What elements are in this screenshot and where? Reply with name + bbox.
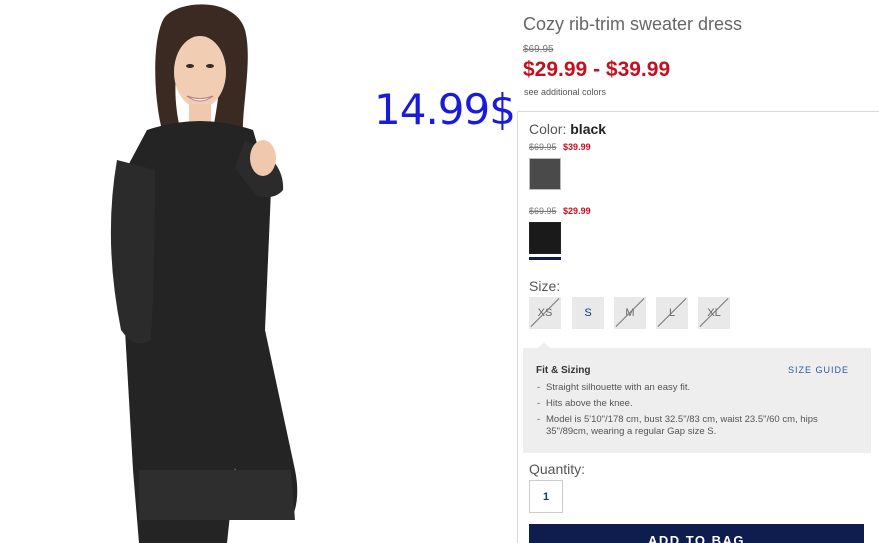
size-guide-link[interactable]: SIZE GUIDE (788, 365, 849, 375)
size-l-button[interactable]: L (656, 297, 688, 329)
unavailable-strike (699, 298, 729, 327)
color-label-text: Color: (529, 121, 567, 137)
color-label: Color: black (529, 121, 606, 137)
swatch-was-price: $69.95 (529, 142, 557, 152)
size-s-label: S (584, 307, 592, 319)
size-s-button[interactable]: S (572, 297, 604, 329)
fit-sizing-title: Fit & Sizing (536, 365, 591, 376)
product-title: Cozy rib-trim sweater dress (523, 14, 743, 34)
add-to-bag-button[interactable]: ADD TO BAG (529, 524, 864, 543)
size-m-button[interactable]: M (614, 297, 646, 329)
unavailable-strike (657, 298, 687, 327)
unavailable-strike (530, 298, 560, 327)
unavailable-strike (615, 298, 645, 327)
fit-bullet: Straight silhouette with an easy fit. (537, 382, 862, 394)
original-price: $69.95 (523, 44, 554, 55)
size-xl-button[interactable]: XL (698, 297, 730, 329)
product-photo (110, 4, 298, 543)
swatch-now-price: $29.99 (563, 206, 591, 216)
swatch-price-black: $69.95 $29.99 (529, 206, 591, 216)
handwritten-price-annotation: 14.99$ (374, 85, 516, 134)
quantity-input[interactable]: 1 (529, 480, 563, 513)
size-label: Size: (529, 278, 561, 294)
color-swatch-gray[interactable] (529, 158, 561, 190)
quantity-label: Quantity: (529, 461, 586, 477)
see-additional-colors-link[interactable]: see additional colors (524, 87, 606, 97)
selected-color: black (570, 121, 607, 137)
color-swatch-black[interactable] (529, 222, 561, 254)
sale-price-range: $29.99 - $39.99 (523, 58, 671, 81)
fit-bullet: Hits above the knee. (537, 398, 862, 410)
swatch-was-price: $69.95 (529, 206, 557, 216)
swatch-price-gray: $69.95 $39.99 (529, 142, 591, 152)
size-xs-button[interactable]: XS (529, 297, 561, 329)
selected-swatch-indicator (529, 257, 561, 260)
fit-bullet: Model is 5'10"/178 cm, bust 32.5"/83 cm,… (537, 414, 862, 438)
swatch-now-price: $39.99 (563, 142, 591, 152)
fit-sizing-list: Straight silhouette with an easy fit. Hi… (537, 382, 862, 442)
